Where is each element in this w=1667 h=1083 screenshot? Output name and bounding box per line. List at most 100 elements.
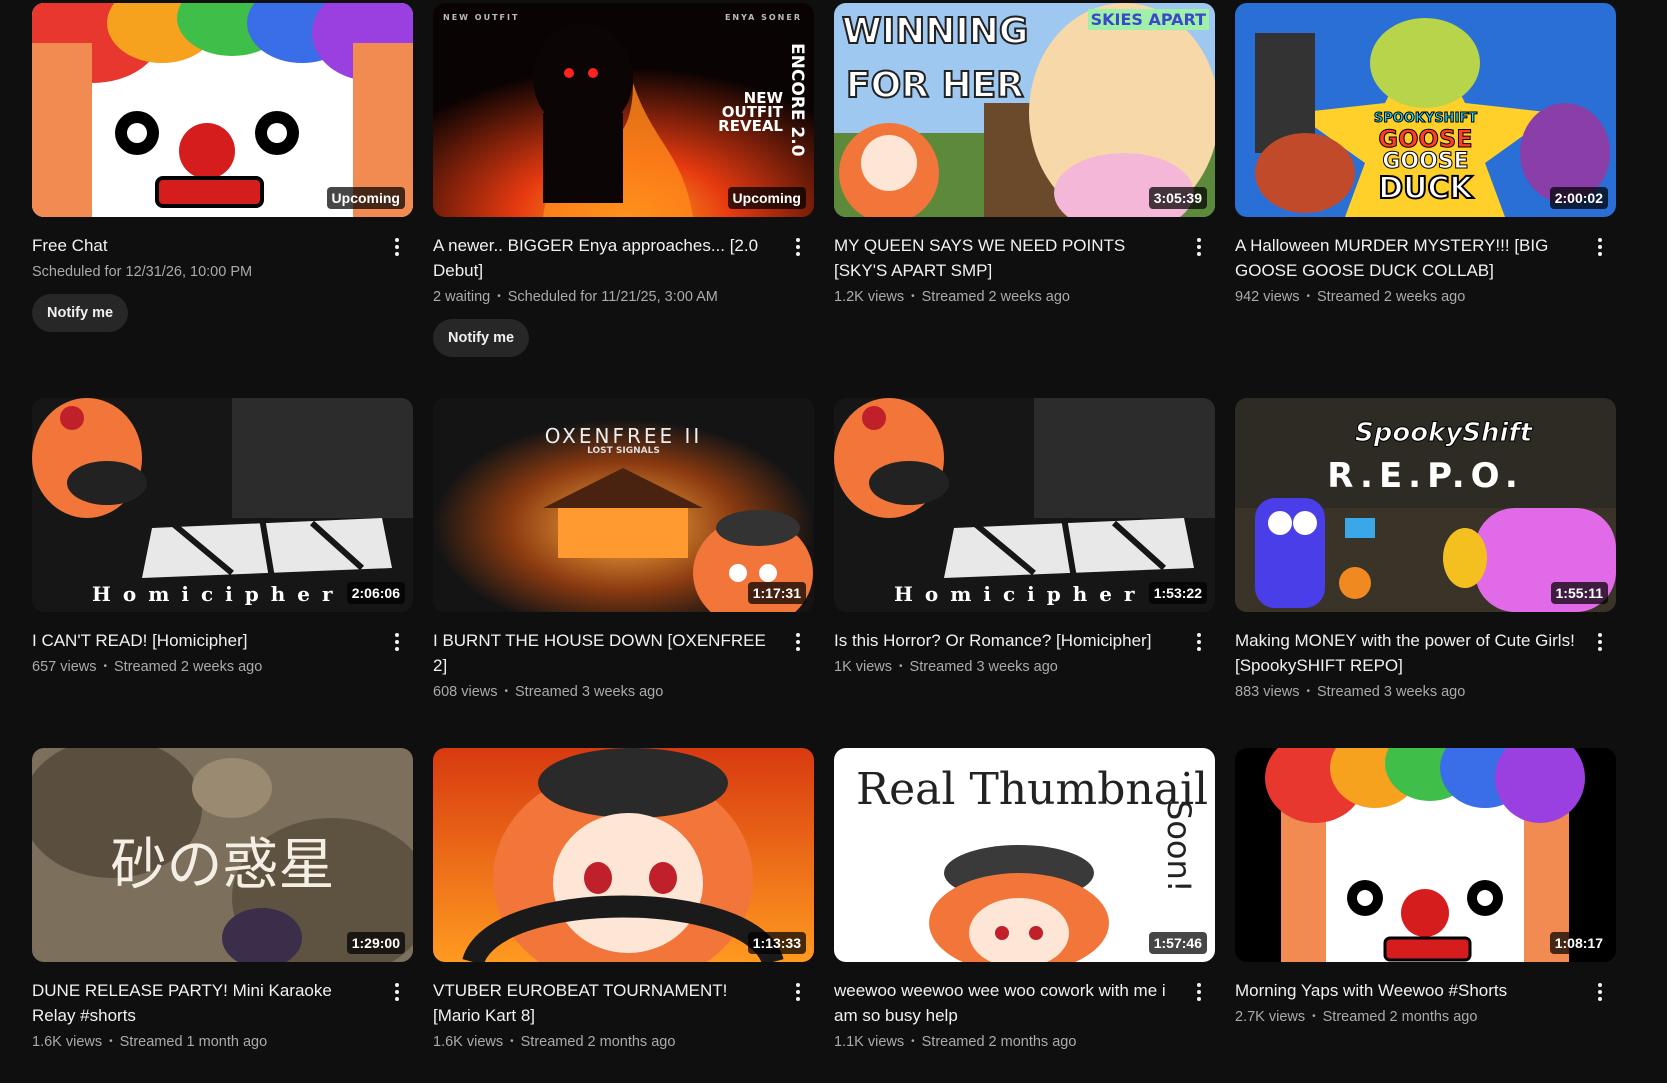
view-count: 1K views xyxy=(834,659,893,675)
separator-dot: • xyxy=(1312,1011,1316,1022)
video-card: Real Thumbnail Soon! 1:57:46 weewoo weew… xyxy=(834,748,1215,1078)
more-options-icon[interactable] xyxy=(387,980,407,1004)
view-count: 657 views xyxy=(32,659,97,675)
more-options-icon[interactable] xyxy=(1189,630,1209,654)
video-card: Homicipher 2:06:06 I CAN'T READ! [Homici… xyxy=(32,398,413,748)
more-options-icon[interactable] xyxy=(387,630,407,654)
more-options-icon[interactable] xyxy=(387,235,407,259)
video-grid: Upcoming Free Chat Scheduled for 12/31/2… xyxy=(32,3,1616,1078)
upcoming-badge: Upcoming xyxy=(326,187,405,209)
video-thumbnail[interactable]: NEW OUTFIT ENYA SONER NEW OUTFIT REVEAL … xyxy=(433,3,814,217)
view-count: 1.1K views xyxy=(834,1034,905,1050)
thumb-caption: SPOOKYSHIFT xyxy=(1373,111,1478,127)
video-schedule: Scheduled for 12/31/26, 10:00 PM xyxy=(32,262,377,282)
upcoming-badge: Upcoming xyxy=(727,187,806,209)
video-title[interactable]: I BURNT THE HOUSE DOWN [OXENFREE 2] xyxy=(433,628,778,678)
video-title[interactable]: VTUBER EUROBEAT TOURNAMENT! [Mario Kart … xyxy=(433,978,778,1028)
streamed-age: Streamed 2 months ago xyxy=(1322,1009,1478,1025)
view-count: 1.2K views xyxy=(834,289,905,305)
video-title[interactable]: I CAN'T READ! [Homicipher] xyxy=(32,628,377,653)
view-count: 1.6K views xyxy=(32,1034,103,1050)
video-meta: Free Chat Scheduled for 12/31/26, 10:00 … xyxy=(32,233,413,332)
separator-dot: • xyxy=(911,291,915,302)
video-thumbnail[interactable]: OXENFREE II LOST SIGNALS 1:17:31 xyxy=(433,398,814,612)
thumb-caption: Homicipher xyxy=(894,582,1147,606)
duration-badge: 1:08:17 xyxy=(1549,932,1608,954)
video-title[interactable]: Free Chat xyxy=(32,233,377,258)
video-stats: 942 views • Streamed 2 weeks ago xyxy=(1235,287,1580,307)
duration-badge: 1:57:46 xyxy=(1148,932,1207,954)
racing-thumbnail-art xyxy=(433,748,814,962)
view-count: 2.7K views xyxy=(1235,1009,1306,1025)
video-meta: weewoo weewoo wee woo cowork with me i a… xyxy=(834,978,1215,1052)
view-count: 942 views xyxy=(1235,289,1300,305)
video-thumbnail[interactable]: SpookyShift R.E.P.O. 1:55:11 xyxy=(1235,398,1616,612)
video-card: 砂の惑星 1:29:00 DUNE RELEASE PARTY! Mini Ka… xyxy=(32,748,413,1078)
video-title[interactable]: Is this Horror? Or Romance? [Homicipher] xyxy=(834,628,1179,653)
video-thumbnail[interactable]: Upcoming xyxy=(32,3,413,217)
video-card: SpookyShift R.E.P.O. 1:55:11 Making MONE… xyxy=(1235,398,1616,748)
duration-badge: 1:17:31 xyxy=(747,582,806,604)
video-title[interactable]: A Halloween MURDER MYSTERY!!! [BIG GOOSE… xyxy=(1235,233,1580,283)
thumb-caption: ENYA SONER xyxy=(724,13,802,22)
video-card: OXENFREE II LOST SIGNALS 1:17:31 I BURNT… xyxy=(433,398,814,748)
thumb-caption: 砂の惑星 xyxy=(110,833,335,898)
video-thumbnail[interactable]: 砂の惑星 1:29:00 xyxy=(32,748,413,962)
video-title[interactable]: Morning Yaps with Weewoo #Shorts xyxy=(1235,978,1580,1003)
notify-me-button[interactable]: Notify me xyxy=(32,294,129,332)
video-meta: Morning Yaps with Weewoo #Shorts 2.7K vi… xyxy=(1235,978,1616,1027)
more-options-icon[interactable] xyxy=(1590,235,1610,259)
thumb-caption: NEW OUTFIT REVEAL xyxy=(718,89,783,135)
video-card: 1:08:17 Morning Yaps with Weewoo #Shorts… xyxy=(1235,748,1616,1078)
more-options-icon[interactable] xyxy=(1189,235,1209,259)
video-thumbnail[interactable]: 1:08:17 xyxy=(1235,748,1616,962)
video-thumbnail[interactable]: 1:13:33 xyxy=(433,748,814,962)
video-meta: VTUBER EUROBEAT TOURNAMENT! [Mario Kart … xyxy=(433,978,814,1052)
more-options-icon[interactable] xyxy=(1590,630,1610,654)
separator-dot: • xyxy=(497,291,501,302)
scheduled-text: Scheduled for 12/31/26, 10:00 PM xyxy=(32,264,253,280)
video-title[interactable]: weewoo weewoo wee woo cowork with me i a… xyxy=(834,978,1179,1028)
thumb-caption: ENCORE 2.0 xyxy=(787,43,807,157)
notify-me-button[interactable]: Notify me xyxy=(433,319,530,357)
thumb-caption: LOST SIGNALS xyxy=(587,446,660,456)
video-card: Upcoming Free Chat Scheduled for 12/31/2… xyxy=(32,3,413,398)
separator-dot: • xyxy=(911,1036,915,1047)
duration-badge: 2:00:02 xyxy=(1549,187,1608,209)
streamed-age: Streamed 2 months ago xyxy=(921,1034,1077,1050)
video-title[interactable]: DUNE RELEASE PARTY! Mini Karaoke Relay #… xyxy=(32,978,377,1028)
streamed-age: Streamed 2 months ago xyxy=(520,1034,676,1050)
video-meta: I BURNT THE HOUSE DOWN [OXENFREE 2] 608 … xyxy=(433,628,814,702)
video-thumbnail[interactable]: Homicipher 1:53:22 xyxy=(834,398,1215,612)
video-thumbnail[interactable]: Homicipher 2:06:06 xyxy=(32,398,413,612)
video-thumbnail[interactable]: Real Thumbnail Soon! 1:57:46 xyxy=(834,748,1215,962)
separator-dot: • xyxy=(899,661,903,672)
view-count: 608 views xyxy=(433,684,498,700)
thumb-caption: OXENFREE II xyxy=(544,424,703,448)
video-thumbnail[interactable]: SPOOKYSHIFT GOOSE GOOSE DUCK 2:00:02 xyxy=(1235,3,1616,217)
video-title[interactable]: Making MONEY with the power of Cute Girl… xyxy=(1235,628,1580,678)
video-title[interactable]: A newer.. BIGGER Enya approaches... [2.0… xyxy=(433,233,778,283)
more-options-icon[interactable] xyxy=(788,630,808,654)
video-meta: Is this Horror? Or Romance? [Homicipher]… xyxy=(834,628,1215,677)
separator-dot: • xyxy=(103,661,107,672)
separator-dot: • xyxy=(1306,686,1310,697)
more-options-icon[interactable] xyxy=(1189,980,1209,1004)
video-schedule: 2 waiting • Scheduled for 11/21/25, 3:00… xyxy=(433,287,778,307)
video-title[interactable]: MY QUEEN SAYS WE NEED POINTS [SKY'S APAR… xyxy=(834,233,1179,283)
video-meta: A newer.. BIGGER Enya approaches... [2.0… xyxy=(433,233,814,357)
thumb-caption: Homicipher xyxy=(92,582,345,606)
more-options-icon[interactable] xyxy=(788,235,808,259)
more-options-icon[interactable] xyxy=(788,980,808,1004)
video-stats: 2.7K views • Streamed 2 months ago xyxy=(1235,1007,1580,1027)
video-stats: 657 views • Streamed 2 weeks ago xyxy=(32,657,377,677)
video-meta: DUNE RELEASE PARTY! Mini Karaoke Relay #… xyxy=(32,978,413,1052)
video-meta: A Halloween MURDER MYSTERY!!! [BIG GOOSE… xyxy=(1235,233,1616,307)
thumb-caption: SKIES APART xyxy=(1087,9,1209,30)
thumb-caption: SpookyShift xyxy=(1354,418,1533,449)
video-thumbnail[interactable]: WINNING FOR HER SKIES APART 3:05:39 xyxy=(834,3,1215,217)
more-options-icon[interactable] xyxy=(1590,980,1610,1004)
streamed-age: Streamed 3 weeks ago xyxy=(909,659,1058,675)
streamed-age: Streamed 3 weeks ago xyxy=(515,684,664,700)
video-stats: 1.2K views • Streamed 2 weeks ago xyxy=(834,287,1179,307)
